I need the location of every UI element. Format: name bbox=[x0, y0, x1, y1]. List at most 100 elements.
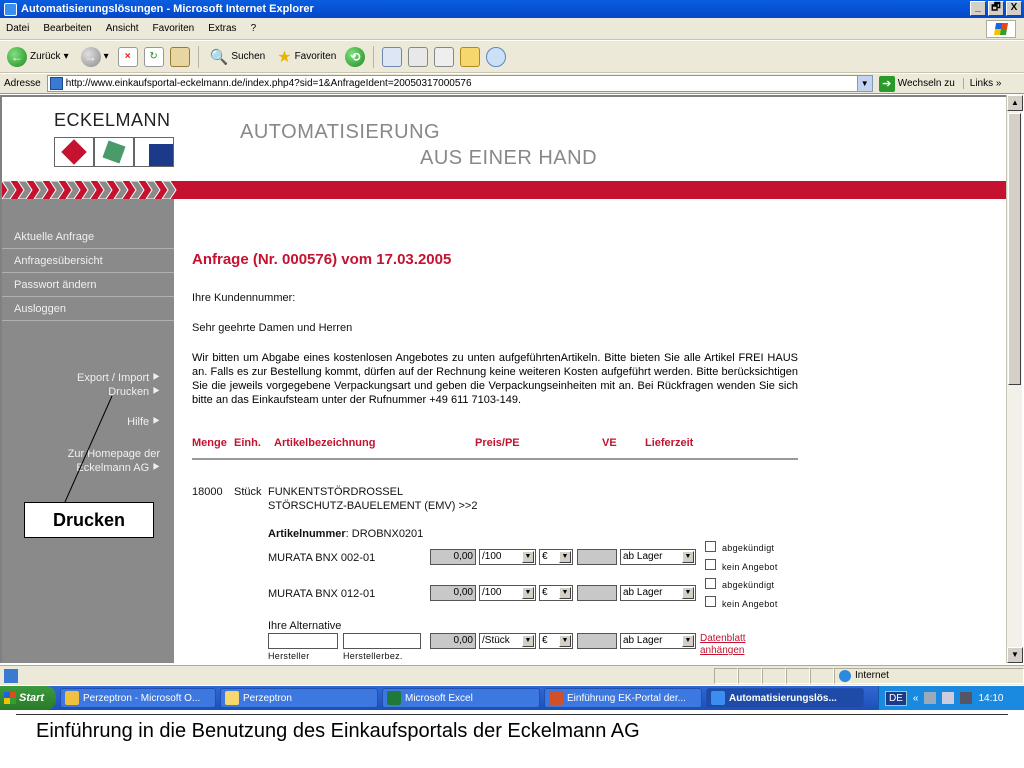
ve-input[interactable] bbox=[577, 585, 617, 601]
sidebar-item-ausloggen[interactable]: Ausloggen bbox=[2, 297, 174, 321]
kein-angebot-checkbox[interactable] bbox=[705, 596, 716, 607]
kein-angebot-checkbox[interactable] bbox=[705, 559, 716, 570]
clock[interactable]: 14:10 bbox=[978, 693, 1003, 704]
tagline-line1: AUTOMATISIERUNG bbox=[240, 121, 441, 143]
datenblatt-link[interactable]: Datenblatt anhängen bbox=[700, 633, 746, 657]
homepage-line1: Zur Homepage der bbox=[67, 448, 160, 460]
task-perzeptron-folder[interactable]: Perzeptron bbox=[220, 688, 378, 708]
display-icon[interactable] bbox=[960, 692, 973, 704]
menu-ansicht[interactable]: Ansicht bbox=[106, 23, 139, 34]
chevron-down-icon[interactable]: ▾ bbox=[104, 51, 109, 62]
delivery-select[interactable]: ab Lager ▼ bbox=[620, 585, 696, 601]
start-button[interactable]: Start bbox=[0, 686, 56, 710]
pe-select[interactable]: /100 ▼ bbox=[479, 585, 536, 601]
menu-favoriten[interactable]: Favoriten bbox=[153, 23, 195, 34]
price-input[interactable]: 0,00 bbox=[430, 549, 476, 565]
close-button[interactable]: X bbox=[1006, 1, 1022, 16]
internet-explorer-icon bbox=[4, 2, 17, 16]
history-icon[interactable]: ⟲ bbox=[345, 46, 366, 67]
links-button[interactable]: Links » bbox=[962, 78, 1001, 89]
hersteller-input[interactable] bbox=[268, 633, 338, 649]
col-ve: VE bbox=[602, 437, 617, 449]
ve-input[interactable] bbox=[577, 549, 617, 565]
home-icon[interactable] bbox=[169, 46, 190, 67]
abgekuendigt-checkbox[interactable] bbox=[705, 578, 716, 589]
forward-button[interactable]: → ▾ bbox=[78, 44, 112, 70]
messenger-icon[interactable] bbox=[486, 46, 507, 67]
task-excel[interactable]: Microsoft Excel bbox=[382, 688, 540, 708]
minimize-button[interactable]: _ bbox=[970, 1, 986, 16]
datenblatt-line1: Datenblatt bbox=[700, 633, 746, 644]
favorites-button[interactable]: ★ Favoriten bbox=[274, 44, 339, 70]
menu-help[interactable]: ? bbox=[251, 23, 257, 34]
menu-bearbeiten[interactable]: Bearbeiten bbox=[43, 23, 91, 34]
toolbar-separator bbox=[197, 45, 199, 68]
back-label: Zurück bbox=[30, 51, 61, 62]
pe-select[interactable]: /Stück ▼ bbox=[479, 633, 536, 649]
sidebar-link-drucken[interactable]: Drucken ⯈ bbox=[108, 385, 160, 399]
chevron-down-icon: ▼ bbox=[559, 587, 571, 599]
salutation: Sehr geehrte Damen und Herren bbox=[192, 322, 353, 334]
menu-datei[interactable]: Datei bbox=[6, 23, 29, 34]
hersteller-label: Hersteller bbox=[268, 651, 310, 661]
system-tray: DE « 14:10 bbox=[878, 686, 1024, 710]
currency-value: € bbox=[542, 635, 548, 646]
zone-cell: Internet bbox=[834, 667, 1024, 684]
menu-extras[interactable]: Extras bbox=[208, 23, 236, 34]
globe-icon bbox=[839, 669, 851, 682]
back-button[interactable]: ← Zurück ▾ bbox=[4, 44, 72, 70]
address-input[interactable]: http://www.einkaufsportal-eckelmann.de/i… bbox=[46, 75, 873, 92]
sidebar-link-export-import[interactable]: Export / Import ⯈ bbox=[77, 371, 160, 385]
herstellerbez-input[interactable] bbox=[343, 633, 421, 649]
volume-icon[interactable] bbox=[942, 692, 955, 704]
scroll-down-icon[interactable]: ▼ bbox=[1007, 647, 1023, 663]
currency-select[interactable]: € ▼ bbox=[539, 585, 573, 601]
mail-icon[interactable] bbox=[382, 46, 403, 67]
pe-select[interactable]: /100 ▼ bbox=[479, 549, 536, 565]
delivery-select[interactable]: ab Lager ▼ bbox=[620, 549, 696, 565]
excel-icon bbox=[387, 691, 401, 705]
price-input[interactable]: 0,00 bbox=[430, 585, 476, 601]
scroll-up-icon[interactable]: ▲ bbox=[1007, 95, 1023, 111]
chevron-down-icon: ▼ bbox=[682, 635, 694, 647]
herstellerbez-label: Herstellerbez. bbox=[343, 651, 403, 661]
currency-select[interactable]: € ▼ bbox=[539, 633, 573, 649]
abgekuendigt-checkbox[interactable] bbox=[705, 541, 716, 552]
drucken-label: Drucken bbox=[108, 386, 150, 398]
sidebar-item-anfrageuebersicht[interactable]: Anfragesübersicht bbox=[2, 249, 174, 273]
delivery-select[interactable]: ab Lager ▼ bbox=[620, 633, 696, 649]
sidebar-item-passwort[interactable]: Passwort ändern bbox=[2, 273, 174, 297]
folder-icon[interactable] bbox=[460, 46, 481, 67]
ve-input[interactable] bbox=[577, 633, 617, 649]
task-powerpoint[interactable]: Einführung EK-Portal der... bbox=[544, 688, 702, 708]
price-input[interactable]: 0,00 bbox=[430, 633, 476, 649]
maximize-button[interactable]: 🗗 bbox=[988, 1, 1004, 16]
go-button[interactable]: ➔ Wechseln zu bbox=[878, 75, 955, 92]
drucken-callout: Drucken bbox=[24, 502, 154, 538]
language-indicator[interactable]: DE bbox=[885, 690, 907, 706]
sidebar-link-hilfe[interactable]: Hilfe ⯈ bbox=[127, 415, 160, 429]
scroll-thumb[interactable] bbox=[1008, 113, 1021, 385]
currency-select[interactable]: € ▼ bbox=[539, 549, 573, 565]
kein-angebot-label: kein Angebot bbox=[722, 562, 778, 572]
pe-value: /100 bbox=[482, 587, 502, 598]
sidebar-link-homepage[interactable]: Zur Homepage der Eckelmann AG ⯈ bbox=[68, 447, 160, 475]
search-button[interactable]: 🔍 Suchen bbox=[207, 44, 269, 70]
task-perzeptron-outlook[interactable]: Perzeptron - Microsoft O... bbox=[60, 688, 216, 708]
vertical-scrollbar[interactable]: ▲ ▼ bbox=[1006, 95, 1023, 663]
page-viewport: ECKELMANN AUTOMATISIERUNG AUS EINER HAND bbox=[0, 95, 1008, 663]
item-name-line1: FUNKENTSTÖRDROSSEL bbox=[268, 486, 404, 498]
network-icon[interactable] bbox=[924, 692, 937, 704]
status-cell bbox=[786, 667, 810, 684]
task-internet-explorer[interactable]: Automatisierungslös... bbox=[706, 688, 864, 708]
sidebar-item-aktuelle-anfrage[interactable]: Aktuelle Anfrage bbox=[2, 225, 174, 249]
offer-name: MURATA BNX 012-01 bbox=[268, 588, 376, 600]
edit-icon[interactable] bbox=[434, 46, 455, 67]
chevron-down-icon: ▼ bbox=[522, 587, 534, 599]
print-icon[interactable] bbox=[408, 46, 429, 67]
stop-icon[interactable]: × bbox=[117, 46, 138, 67]
tray-expand-icon[interactable]: « bbox=[913, 693, 919, 704]
refresh-icon[interactable]: ↻ bbox=[143, 46, 164, 67]
chevron-down-icon[interactable]: ▾ bbox=[64, 51, 69, 62]
chevron-down-icon[interactable]: ▼ bbox=[856, 76, 872, 91]
